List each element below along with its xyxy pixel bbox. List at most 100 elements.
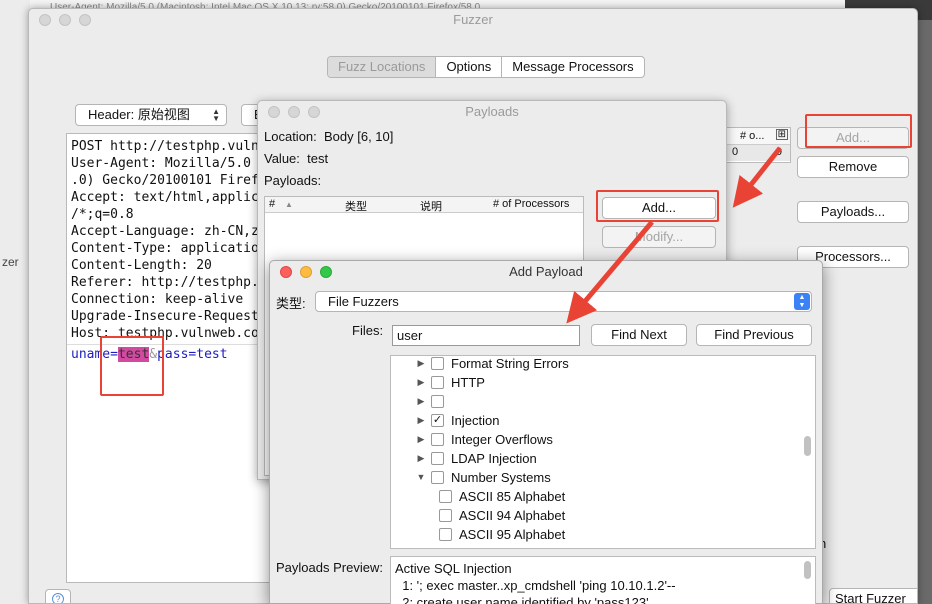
tree-item[interactable]: ASCII 85 Alphabet (439, 487, 565, 506)
remove-location-button[interactable]: Remove (797, 156, 909, 178)
add-payload-minimize-button[interactable] (300, 266, 312, 278)
tree-scrollbar[interactable] (804, 436, 811, 456)
background-left-text: zer (2, 255, 19, 269)
find-next-button[interactable]: Find Next (591, 324, 687, 346)
add-payload-titlebar: Add Payload (270, 261, 822, 283)
triangle-right-icon[interactable]: ▶ (411, 449, 431, 468)
request-line: User-Agent: Mozilla/5.0 (Macintosh; Inte… (71, 156, 270, 171)
triangle-right-icon[interactable]: ▶ (411, 430, 431, 449)
tree-item[interactable]: ASCII 94 Alphabet (439, 506, 565, 525)
locations-cell-a: 0 (732, 146, 739, 158)
triangle-right-icon[interactable]: ▶ (411, 373, 431, 392)
value-value: test (307, 151, 329, 166)
tree-item-label: LDAP Injection (451, 451, 537, 466)
add-payload-title: Add Payload (509, 264, 583, 279)
tree-item-checkbox[interactable] (439, 490, 452, 503)
payloads-window-controls (268, 106, 320, 118)
tree-item-checkbox[interactable] (431, 452, 444, 465)
start-fuzzer-button[interactable]: Start Fuzzer (829, 588, 917, 603)
tree-item-checkbox[interactable] (431, 471, 444, 484)
header-view-select[interactable]: Header: 原始视图 ▲ ▼ (75, 104, 227, 126)
select-stepper-icon: ▲ ▼ (794, 293, 810, 310)
tree-item[interactable]: ▶ HTTP (411, 373, 485, 392)
tree-item-checkbox[interactable] (431, 376, 444, 389)
tree-item[interactable]: ▶ LDAP Injection (411, 449, 537, 468)
tree-item-checkbox[interactable] (431, 357, 444, 370)
close-button[interactable] (39, 14, 51, 26)
tree-item-checkbox[interactable]: ✓ (431, 414, 444, 427)
request-line: Referer: http://testphp.vulnweb.com/logi… (71, 275, 271, 290)
triangle-right-icon[interactable]: ▶ (411, 392, 431, 411)
payloads-label: Payloads: (264, 173, 322, 188)
select-arrows-icon: ▲ ▼ (212, 107, 220, 123)
locations-table-row[interactable]: 0 0 (720, 145, 790, 161)
col-description[interactable]: 说明 (420, 198, 442, 214)
add-payload-close-button[interactable] (280, 266, 292, 278)
payloads-table-header: # ▲ 类型 说明 # of Processors (265, 197, 583, 213)
triangle-down-icon[interactable]: ▼ (411, 468, 431, 487)
payloads-close-button[interactable] (268, 106, 280, 118)
zoom-button[interactable] (79, 14, 91, 26)
tree-item-checkbox[interactable] (431, 395, 444, 408)
add-payload-window-controls (280, 266, 332, 278)
tree-item[interactable]: ▼ Number Systems (411, 468, 551, 487)
preview-scrollbar[interactable] (804, 561, 811, 579)
add-payload-zoom-button[interactable] (320, 266, 332, 278)
tab-fuzz-locations[interactable]: Fuzz Locations (328, 57, 437, 77)
tree-item[interactable]: ▶ (411, 392, 451, 411)
preview-line: 2: create user name identified by 'pass1… (395, 595, 649, 604)
tab-options[interactable]: Options (436, 57, 503, 77)
payloads-preview[interactable]: Active SQL Injection 1: '; exec master..… (390, 556, 816, 604)
header-view-select-value: Header: 原始视图 (88, 107, 190, 122)
file-fuzzers-tree[interactable]: ▶ Format String Errors ▶ HTTP ▶ ▶ ✓ Injection ▶ I… (390, 355, 816, 549)
annotation-box-add-payload (596, 190, 719, 222)
header-body-divider (67, 344, 270, 345)
tree-item-checkbox[interactable] (431, 433, 444, 446)
col-index[interactable]: # (269, 198, 275, 210)
fuzzer-title: Fuzzer (453, 12, 493, 27)
minimize-button[interactable] (59, 14, 71, 26)
tree-item-label: Format String Errors (451, 356, 569, 371)
add-payload-dialog: Add Payload 类型: File Fuzzers ▲ ▼ Files: u… (269, 260, 823, 604)
payloads-minimize-button[interactable] (288, 106, 300, 118)
type-label: 类型: (276, 296, 306, 311)
tree-item[interactable]: ▶ ✓ Injection (411, 411, 500, 430)
payload-type-select[interactable]: File Fuzzers ▲ ▼ (315, 291, 812, 312)
files-label: Files: (352, 323, 384, 338)
sort-up-icon: ▲ (285, 200, 293, 209)
help-button[interactable]: ? (45, 589, 71, 603)
modify-payload-button[interactable]: Modify... (602, 226, 716, 248)
column-picker-icon[interactable]: ⊞ (775, 129, 788, 140)
payloads-zoom-button[interactable] (308, 106, 320, 118)
request-editor[interactable]: POST http://testphp.vulnweb.com/userinfo… (66, 133, 271, 583)
value-label: Value: (264, 151, 300, 166)
request-line: Content-Type: application/x-www-form-url… (71, 241, 270, 256)
tree-item[interactable]: ASCII 95 Alphabet (439, 525, 565, 544)
tree-item[interactable]: ▶ Integer Overflows (411, 430, 553, 449)
triangle-right-icon[interactable]: ▶ (411, 356, 431, 373)
request-line: Accept: text/html,application/xhtml+xml,… (71, 190, 270, 205)
tree-item-label: Integer Overflows (451, 432, 553, 447)
body-value-pass: test (196, 347, 228, 362)
tab-message-processors[interactable]: Message Processors (502, 57, 643, 77)
request-line: /*;q=0.8 (71, 207, 134, 222)
fuzz-locations-table[interactable]: # o... ⊞ 0 0 (719, 127, 791, 163)
annotation-box-add-location (805, 114, 912, 148)
request-line: Accept-Language: zh-CN,zh;q=0.8 (71, 224, 270, 239)
payloads-button[interactable]: Payloads... (797, 201, 909, 223)
preview-line: Active SQL Injection (395, 561, 512, 576)
col-type[interactable]: 类型 (345, 198, 367, 214)
payload-type-value: File Fuzzers (328, 294, 399, 309)
value-row: Value: test (264, 151, 328, 166)
tree-item-checkbox[interactable] (439, 528, 452, 541)
location-row: Location: Body [6, 10] (264, 129, 393, 144)
triangle-right-icon[interactable]: ▶ (411, 411, 431, 430)
location-value: Body [6, 10] (324, 129, 394, 144)
payloads-titlebar: Payloads (258, 101, 726, 123)
tree-item[interactable]: ▶ Format String Errors (411, 356, 569, 373)
files-search-input[interactable]: user (392, 325, 580, 346)
tree-item-label: HTTP (451, 375, 485, 390)
find-previous-button[interactable]: Find Previous (696, 324, 812, 346)
col-processors[interactable]: # of Processors (493, 198, 569, 210)
tree-item-checkbox[interactable] (439, 509, 452, 522)
